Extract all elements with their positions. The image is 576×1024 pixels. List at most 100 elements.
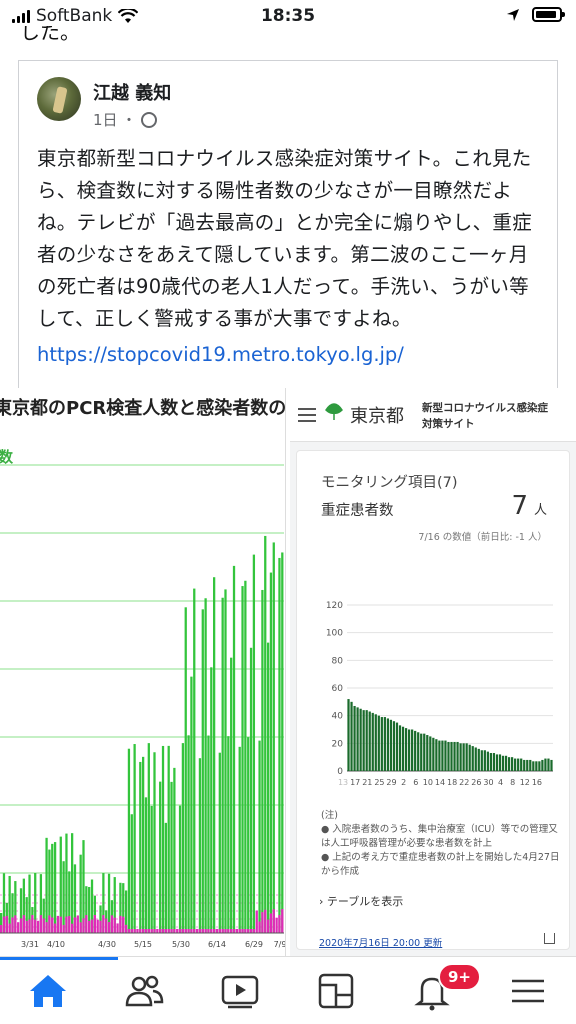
bar (501, 755, 505, 771)
bar (380, 717, 383, 771)
positive-bar (25, 920, 28, 933)
bar (489, 753, 493, 771)
previous-post-text: した。 (20, 26, 80, 42)
marketplace-icon[interactable] (314, 971, 358, 1011)
positive-bar (113, 917, 116, 933)
positive-bar (173, 929, 176, 933)
positive-bar (161, 929, 165, 933)
post-link[interactable]: https://stopcovid19.metro.tokyo.lg.jp/ (37, 343, 404, 366)
positive-bar (241, 929, 244, 933)
bar (411, 729, 414, 771)
test-bar (153, 752, 156, 933)
x-tick-label: 22 (459, 778, 469, 787)
test-bar (133, 744, 136, 933)
test-bar (130, 814, 133, 933)
positive-bar (19, 918, 23, 933)
home-icon[interactable] (26, 971, 70, 1011)
positive-bar (107, 922, 111, 933)
test-bar (261, 589, 264, 933)
bar (520, 758, 523, 771)
bar (541, 759, 544, 771)
bar (504, 755, 508, 771)
positive-bar (56, 915, 60, 933)
positive-bar (147, 929, 150, 933)
positive-bar (17, 922, 20, 933)
positive-bar (36, 920, 40, 933)
test-bar (167, 745, 170, 933)
positive-bar (244, 929, 247, 933)
positive-bar (170, 929, 173, 933)
positive-bar (235, 929, 238, 933)
positive-bar (167, 929, 170, 933)
positive-bar (93, 915, 96, 933)
positive-bar (204, 929, 207, 933)
metric-number: 7 (511, 491, 528, 521)
bar (359, 708, 362, 771)
x-tick-label: 7/9 (274, 940, 286, 949)
x-tick-label: 12 (520, 778, 530, 787)
share-icon[interactable] (544, 933, 555, 944)
positive-bar (28, 919, 31, 933)
bar (535, 761, 538, 771)
tokyo-site-image[interactable]: 東京都 新型コロナウイルス感染症 対策サイト モニタリング項目(7) 重症患者数 … (290, 388, 576, 956)
shared-post-card[interactable]: 江越 義知 1日 ・ 東京都新型コロナウイルス感染症対策サイト。これ見たら、検査… (18, 60, 558, 400)
bar (386, 718, 390, 771)
bar (353, 705, 356, 771)
positive-bar (156, 929, 159, 933)
pcr-bar-chart: 3/31 4/10 4/30 5/15 5/30 6/14 6/29 7/9 (0, 464, 286, 949)
test-bar (159, 781, 162, 933)
test-bar (187, 735, 190, 933)
bar (350, 701, 353, 771)
positive-bar (68, 915, 71, 933)
post-age[interactable]: 1日 (93, 109, 118, 130)
bar (392, 721, 396, 771)
positive-bar (139, 929, 142, 933)
x-tick-label: 5/15 (134, 940, 152, 949)
test-bar (147, 743, 150, 933)
positive-bar (266, 919, 270, 933)
friends-icon[interactable] (122, 971, 166, 1011)
x-tick-label: 3/31 (21, 940, 39, 949)
positive-bar (71, 923, 74, 933)
bar (365, 710, 368, 771)
positive-bar (218, 929, 221, 933)
test-bar (142, 756, 145, 933)
positive-bar (96, 919, 99, 933)
positive-bar (181, 929, 185, 933)
bar (480, 750, 483, 771)
site-name-line2: 対策サイト (422, 418, 475, 430)
positive-bar (249, 929, 253, 933)
bar (407, 729, 411, 771)
bar (514, 758, 517, 771)
globe-icon (140, 111, 157, 128)
bar (477, 748, 480, 771)
author-name[interactable]: 江越 義知 (93, 79, 171, 105)
positive-bar (2, 916, 6, 933)
positive-bar (59, 916, 62, 933)
pcr-chart-legend: 数 (0, 446, 13, 467)
positive-bar (5, 915, 8, 933)
bar (429, 736, 432, 771)
bar (383, 717, 386, 771)
positive-bar (22, 915, 25, 933)
updated-timestamp[interactable]: 2020年7月16日 20:00 更新 (319, 935, 442, 949)
positive-bar (238, 929, 241, 933)
bar (471, 746, 474, 771)
positive-bar (88, 920, 91, 933)
note-item: ● 上記の考え方で重症患者数の計上を開始した4月27日から作成 (321, 852, 560, 877)
test-bar (53, 842, 57, 933)
watch-icon[interactable] (218, 971, 262, 1011)
show-table-link[interactable]: › テーブルを表示 (319, 893, 403, 909)
test-bar (266, 642, 270, 933)
test-bar (238, 746, 241, 933)
menu-icon[interactable] (506, 971, 550, 1011)
pcr-chart-image[interactable]: 3/31 4/10 4/30 5/15 5/30 6/14 6/29 7/9 東京都のPCR検… (0, 388, 286, 956)
bar (483, 750, 486, 771)
positive-bar (65, 916, 68, 933)
positive-bar (184, 929, 187, 933)
positive-bar (153, 929, 156, 933)
x-tick-label: 2 (401, 778, 406, 787)
avatar[interactable] (37, 77, 81, 121)
test-bar (258, 740, 261, 933)
notification-badge: 9+ (438, 963, 482, 991)
